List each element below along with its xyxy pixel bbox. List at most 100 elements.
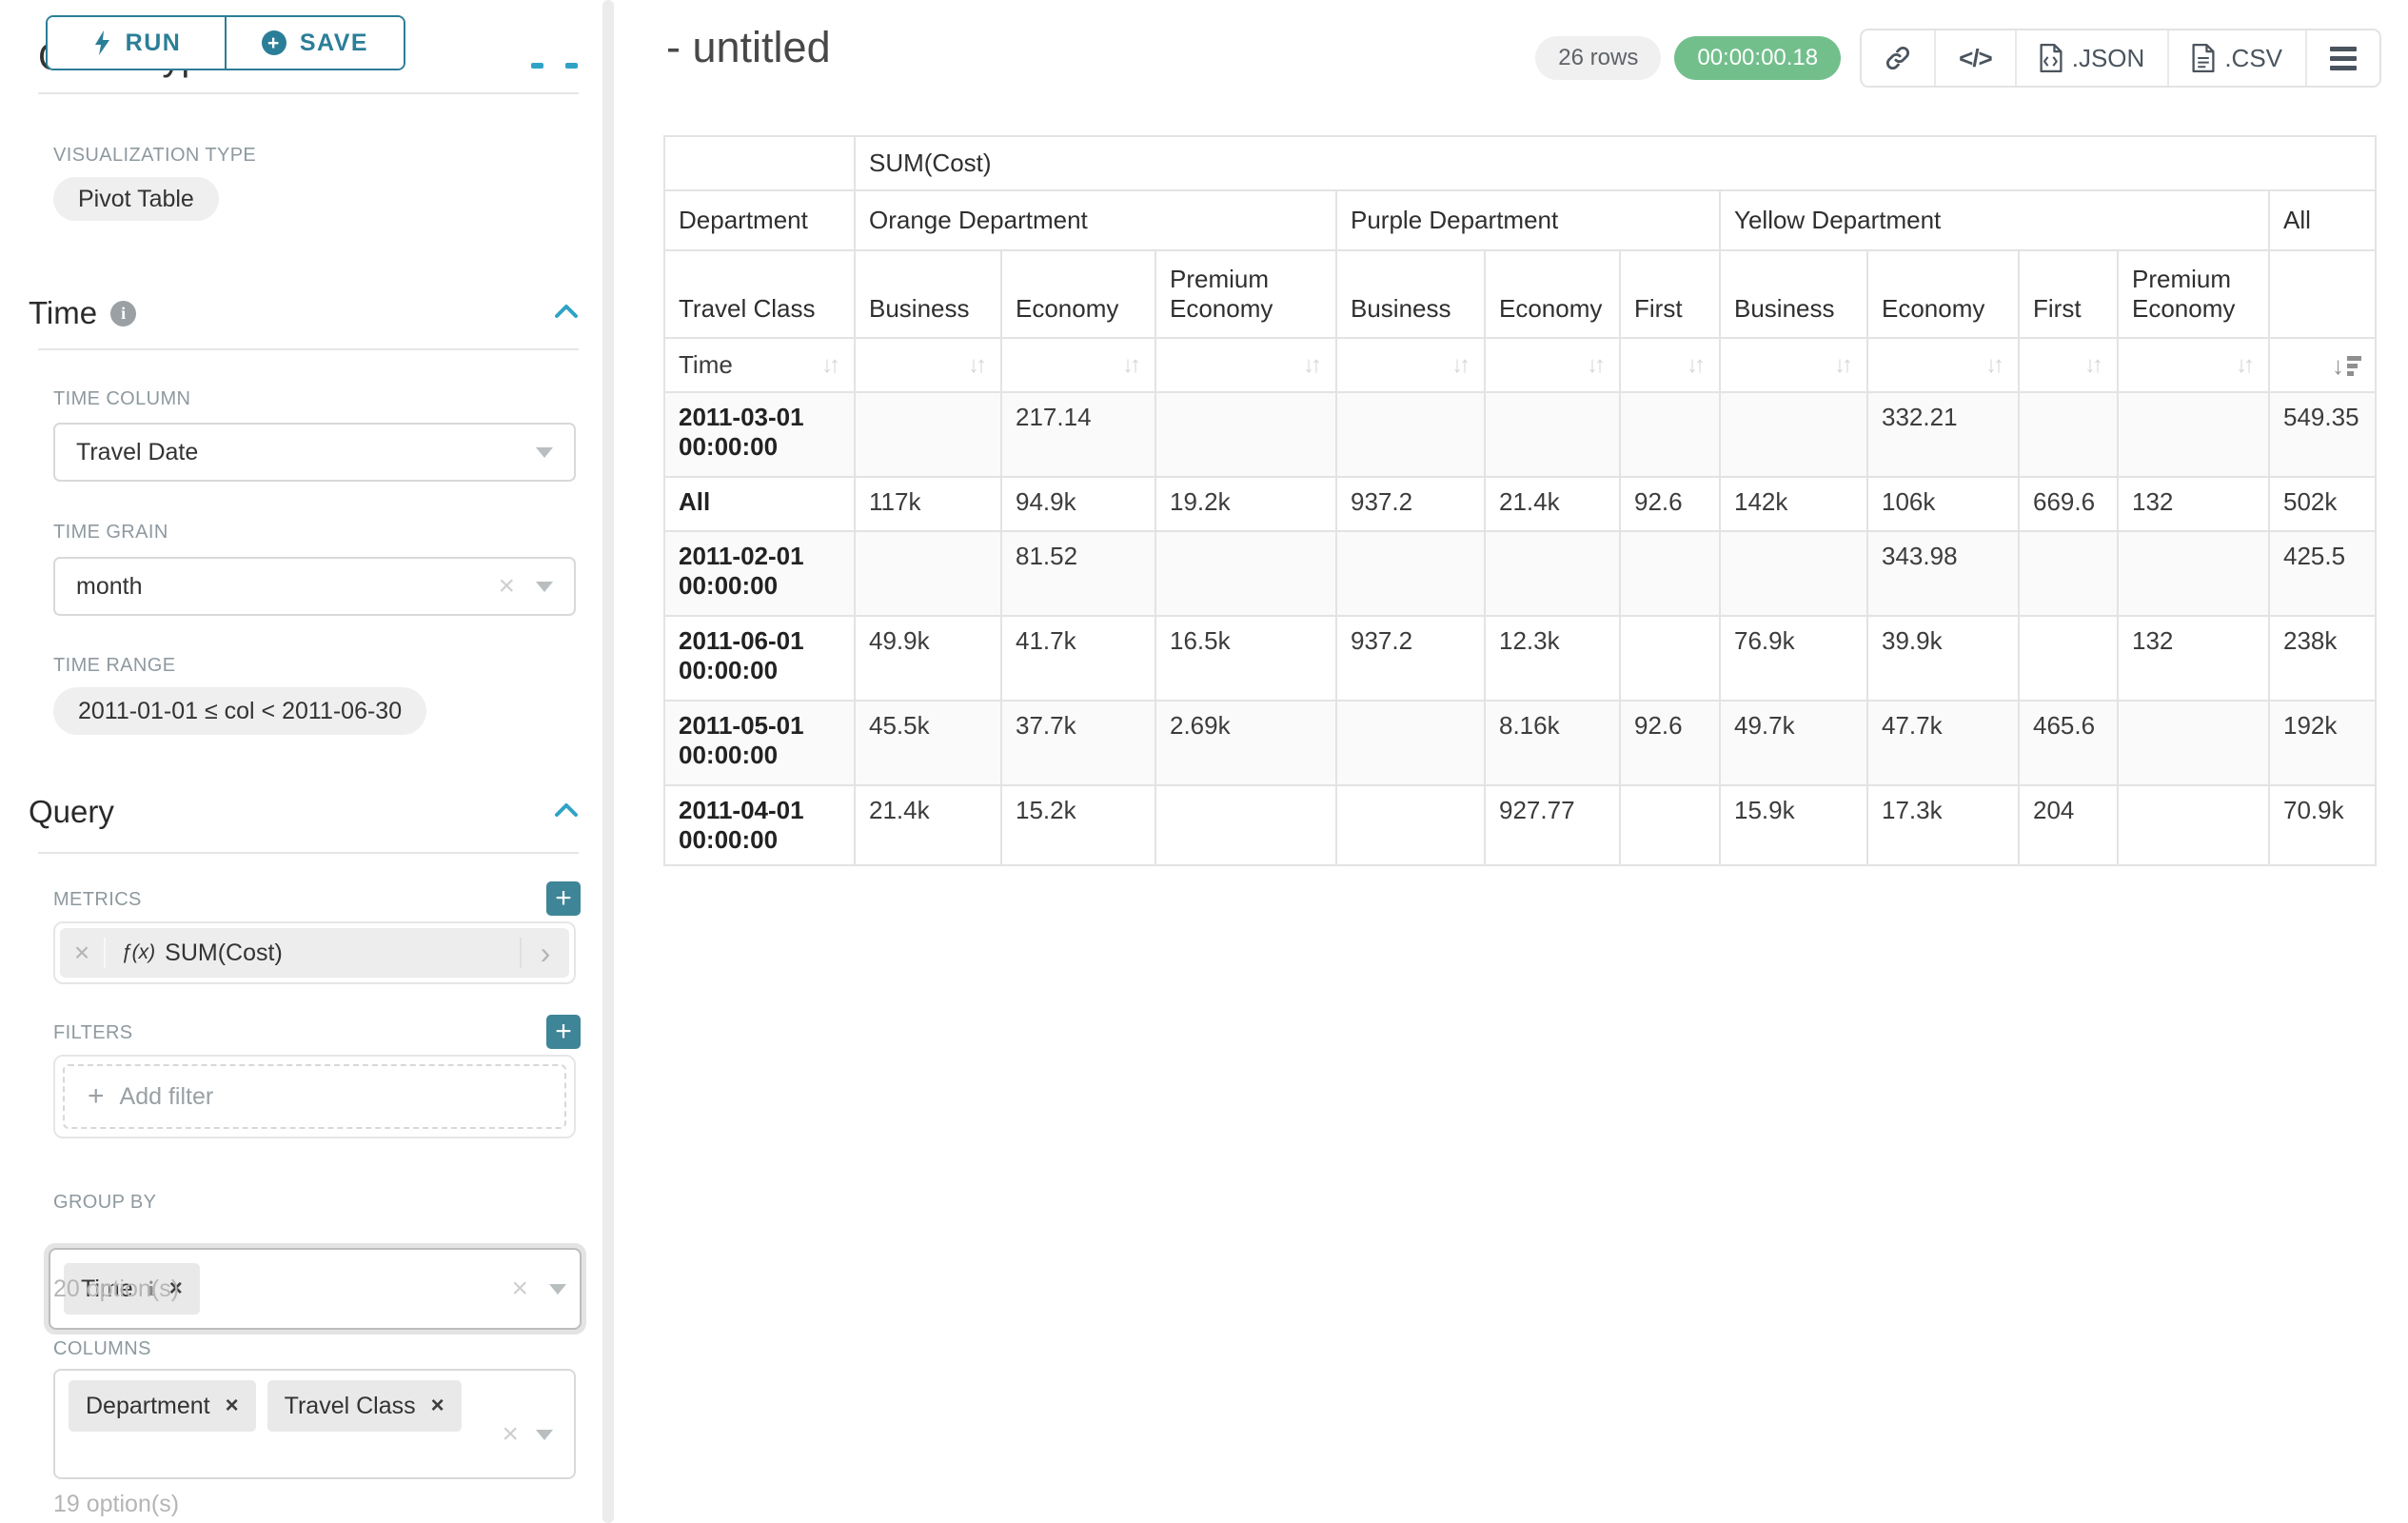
copy-link-button[interactable] <box>1862 30 1934 86</box>
export-csv-button[interactable]: .CSV <box>2167 30 2305 86</box>
value-cell: 106k <box>1868 478 2018 530</box>
remove-pill-icon[interactable]: × <box>431 1394 444 1417</box>
chevron-down-icon[interactable] <box>536 1430 553 1440</box>
time-grain-value: month <box>76 573 142 601</box>
value-cell <box>1486 532 1619 615</box>
run-button-label: RUN <box>126 30 182 57</box>
value-cell <box>2020 393 2117 476</box>
value-cell <box>1337 786 1484 864</box>
sort-icon[interactable]: ↓↑ <box>1587 352 1606 379</box>
remove-pill-icon[interactable]: × <box>226 1394 239 1417</box>
sort-descending-active-icon[interactable]: ↓ <box>2332 353 2361 378</box>
pill-label: Department <box>86 1393 210 1420</box>
hamburger-icon <box>2330 47 2357 70</box>
corner-cell <box>665 137 854 189</box>
collapse-time-chevron-icon[interactable] <box>554 303 579 320</box>
visualization-type-value[interactable]: Pivot Table <box>53 177 219 221</box>
value-cell: 2.69k <box>1156 702 1335 784</box>
collapse-query-chevron-icon[interactable] <box>554 801 579 819</box>
sort-header-cell[interactable]: ↓↑ <box>1621 339 1719 391</box>
add-filter-dropzone[interactable]: + Add filter <box>63 1064 566 1129</box>
value-cell: 15.9k <box>1721 786 1866 864</box>
control-panel: Chart Type RUN + SAVE VISUALIZATION TYPE… <box>0 0 602 1523</box>
sort-icon[interactable]: ↓↑ <box>2084 352 2103 379</box>
time-range-value[interactable]: 2011-01-01 ≤ col < 2011-06-30 <box>53 687 426 735</box>
chevron-right-icon[interactable]: › <box>520 938 569 968</box>
remove-metric-icon[interactable]: × <box>60 938 106 968</box>
value-cell: 19.2k <box>1156 478 1335 530</box>
pivot-table-container: SUM(Cost)DepartmentOrange DepartmentPurp… <box>663 135 2377 866</box>
clear-icon[interactable]: × <box>511 1275 528 1303</box>
more-menu-button[interactable] <box>2305 30 2379 86</box>
value-cell: 8.16k <box>1486 702 1619 784</box>
value-cell: 549.35 <box>2270 393 2375 476</box>
section-divider <box>38 852 579 854</box>
sidebar-scrollbar[interactable] <box>602 0 614 1523</box>
clear-icon[interactable]: × <box>502 1420 519 1449</box>
selected-value-pill: Travel Class× <box>267 1380 462 1432</box>
value-cell: 37.7k <box>1002 702 1155 784</box>
travel-class-cell: Business <box>1721 251 1866 337</box>
row-dimension-cell[interactable]: Time↓↑ <box>665 339 854 391</box>
add-metric-button[interactable]: + <box>546 881 581 916</box>
sort-header-cell[interactable]: ↓↑ <box>1337 339 1484 391</box>
add-filter-plus-button[interactable]: + <box>546 1015 581 1049</box>
sort-icon[interactable]: ↓↑ <box>968 352 987 379</box>
sort-header-cell[interactable]: ↓↑ <box>2119 339 2268 391</box>
columns-select[interactable]: Department×Travel Class× × <box>53 1369 576 1479</box>
sort-header-cell[interactable]: ↓ <box>2270 339 2375 391</box>
run-button[interactable]: RUN <box>48 17 225 69</box>
value-cell: 92.6 <box>1621 702 1719 784</box>
sub-dimension-cell: Travel Class <box>665 251 854 337</box>
sort-icon[interactable]: ↓↑ <box>2236 352 2255 379</box>
add-filter-label: Add filter <box>120 1083 214 1111</box>
sort-header-cell[interactable]: ↓↑ <box>1156 339 1335 391</box>
sort-header-cell[interactable]: ↓↑ <box>856 339 1000 391</box>
csv-label: .CSV <box>2224 44 2282 73</box>
travel-class-cell: Economy <box>1868 251 2018 337</box>
column-dimension-cell: Department <box>665 191 854 249</box>
info-icon[interactable]: i <box>110 301 136 326</box>
sort-header-cell[interactable]: ↓↑ <box>2020 339 2117 391</box>
value-cell <box>1621 532 1719 615</box>
sort-header-cell[interactable]: ↓↑ <box>1868 339 2018 391</box>
value-cell: 117k <box>856 478 1000 530</box>
sort-icon[interactable]: ↓↑ <box>1122 352 1141 379</box>
chevron-down-icon[interactable] <box>549 1284 566 1295</box>
travel-class-cell: Business <box>1337 251 1484 337</box>
chart-title[interactable]: - untitled <box>666 23 831 72</box>
value-cell: 238k <box>2270 617 2375 700</box>
value-cell: 332.21 <box>1868 393 2018 476</box>
sort-header-cell[interactable]: ↓↑ <box>1002 339 1155 391</box>
export-json-button[interactable]: .JSON <box>2015 30 2168 86</box>
time-column-select[interactable]: Travel Date <box>53 423 576 482</box>
department-group-cell: Orange Department <box>856 191 1335 249</box>
value-cell: 21.4k <box>1486 478 1619 530</box>
view-query-button[interactable]: </> <box>1934 30 2015 86</box>
value-cell <box>1621 617 1719 700</box>
pivot-table: SUM(Cost)DepartmentOrange DepartmentPurp… <box>663 135 2377 866</box>
metric-pill[interactable]: × ƒ(x) SUM(Cost) › <box>60 928 569 978</box>
sort-icon[interactable]: ↓↑ <box>1303 352 1322 379</box>
value-cell: 15.2k <box>1002 786 1155 864</box>
value-cell <box>1621 393 1719 476</box>
row-header-cell: 2011-06-01 00:00:00 <box>665 617 854 700</box>
code-icon: </> <box>1959 44 1992 73</box>
value-cell <box>856 532 1000 615</box>
sort-header-cell[interactable]: ↓↑ <box>1486 339 1619 391</box>
sort-icon[interactable]: ↓↑ <box>1451 352 1470 379</box>
row-count-badge: 26 rows <box>1535 36 1661 80</box>
columns-label: COLUMNS <box>53 1338 151 1360</box>
value-cell <box>2119 532 2268 615</box>
value-cell: 927.77 <box>1486 786 1619 864</box>
clear-icon[interactable]: × <box>498 572 515 601</box>
chart-panel: - untitled 26 rows 00:00:00.18 </> <box>614 0 2408 1523</box>
sort-icon[interactable]: ↓↑ <box>821 352 840 379</box>
sort-icon[interactable]: ↓↑ <box>1687 352 1706 379</box>
save-button[interactable]: + SAVE <box>225 17 404 69</box>
sort-header-cell[interactable]: ↓↑ <box>1721 339 1866 391</box>
sort-icon[interactable]: ↓↑ <box>1985 352 2004 379</box>
sort-icon[interactable]: ↓↑ <box>1834 352 1853 379</box>
time-grain-select[interactable]: month × <box>53 557 576 616</box>
group-by-options-hint: 20 option(s) <box>53 1276 179 1303</box>
